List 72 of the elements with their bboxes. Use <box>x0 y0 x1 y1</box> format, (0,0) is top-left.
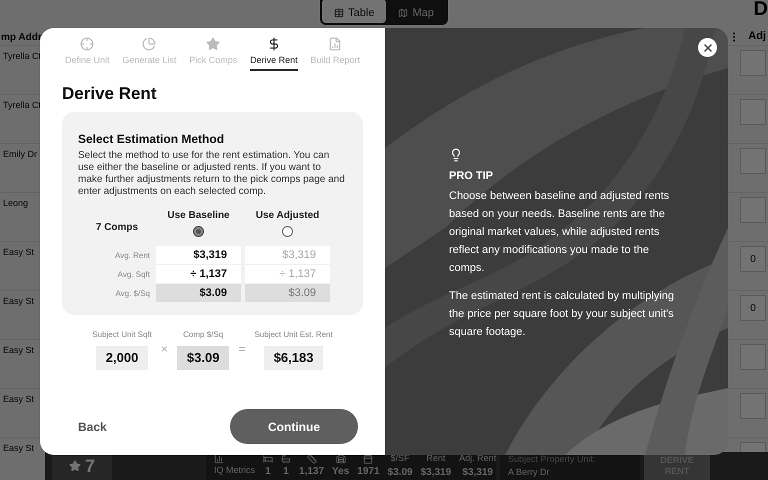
metric-value: 1971 <box>357 464 380 478</box>
star-icon <box>206 37 220 51</box>
garage-icon <box>336 454 346 464</box>
calc-label: Subject Unit Sqft <box>92 329 152 341</box>
metric-value: 1 <box>265 464 271 478</box>
metric-header: Adj. Rent <box>459 452 496 465</box>
row-label: Avg. $/Sq <box>115 288 150 300</box>
step-tab[interactable]: Derive Rent <box>250 37 298 70</box>
metric-value: $3,319 <box>462 466 493 480</box>
back-button[interactable]: Back <box>78 418 107 436</box>
page-heading: D <box>754 0 768 22</box>
address-cell-text: Easy St <box>3 442 34 455</box>
row-label: Avg. Sqft <box>118 268 150 280</box>
option-label: Use Adjusted <box>256 209 320 223</box>
address-cell-text: Easy St <box>3 295 34 308</box>
card-heading: Select Estimation Method <box>78 131 226 148</box>
metric-value: 1 <box>283 464 289 478</box>
address-cell-text: Emily Dr <box>3 148 37 161</box>
metric-value: 1,137 <box>299 464 324 478</box>
column-header: Adj <box>748 29 766 44</box>
address-cell-text: Easy St <box>3 344 34 357</box>
calc-value: $6,183 <box>264 346 324 370</box>
ruler-icon <box>306 454 317 464</box>
report-icon <box>328 37 342 51</box>
value-cell: ÷ 1,137 <box>245 265 330 283</box>
row-label: Avg. Rent <box>115 250 150 262</box>
metrics-title: IQ Metrics <box>214 464 256 478</box>
continue-button[interactable]: Continue <box>230 409 358 444</box>
metric-value: $3,319 <box>420 466 452 480</box>
tip-paragraph: The estimated rent is calculated by multiplying the price per square foot by your subject unit's square footage. <box>449 288 675 340</box>
card-description: Select the method to use for the rent estimation. You can use either the baseline or adjusted rents. If you want to make further adjustments return to the pick comps page and enter adjustments on each selected comp. <box>78 150 346 198</box>
calc-label: Comp $/Sq <box>183 329 224 341</box>
tip-title: PRO TIP <box>449 169 494 184</box>
calc-label: Subject Unit Est. Rent <box>254 329 333 341</box>
value-cell: $3,319 <box>156 246 241 264</box>
value-cell: ÷ 1,137 <box>156 265 241 283</box>
metric-value: Yes <box>332 464 350 478</box>
calc-value: 2,000 <box>96 346 148 370</box>
value-cell: $3.09 <box>245 284 330 302</box>
bar-chart-icon <box>214 454 224 464</box>
map-icon <box>398 8 408 18</box>
view-tab[interactable]: Map <box>386 0 446 24</box>
metric-value: $3.09 <box>388 466 413 480</box>
address-cell-text: Easy St <box>3 246 34 259</box>
metric-header: Rent <box>426 452 446 465</box>
adjustment-field[interactable]: 0 <box>740 246 766 272</box>
bath-icon <box>281 454 292 464</box>
bed-icon <box>263 454 274 464</box>
radio-button[interactable] <box>282 226 293 237</box>
operator-symbol: × <box>160 341 168 358</box>
comps-count: 7 <box>84 454 95 478</box>
table-icon <box>334 8 344 18</box>
adjustment-field[interactable]: 0 <box>740 295 766 321</box>
value-cell: $3.09 <box>156 284 241 302</box>
lightbulb-icon <box>449 148 463 162</box>
view-tab[interactable]: Table <box>322 0 386 24</box>
address-cell-text: Easy St <box>3 393 34 406</box>
star-icon <box>68 460 81 472</box>
option-label: Use Baseline <box>167 209 230 223</box>
calc-value: $3.09 <box>176 346 230 370</box>
tip-paragraph: Choose between baseline and adjusted rents based on your needs. Baseline rents are the original market values, while adjusted rents reflect any modifications you made to the comps. <box>449 188 670 276</box>
metric-header: $/SF <box>390 452 410 465</box>
value-cell: $3,319 <box>245 246 330 264</box>
radio-button[interactable] <box>193 226 204 237</box>
pie-chart-icon <box>142 37 156 51</box>
operator-symbol: = <box>238 341 246 358</box>
crosshair-icon <box>80 37 94 51</box>
comps-label: 7 Comps <box>96 220 138 234</box>
dialog-title: Derive Rent <box>62 82 158 104</box>
close-icon <box>702 42 714 54</box>
address-cell-text: Leong <box>3 197 28 210</box>
subject-value: A Berry Dr <box>508 466 551 479</box>
